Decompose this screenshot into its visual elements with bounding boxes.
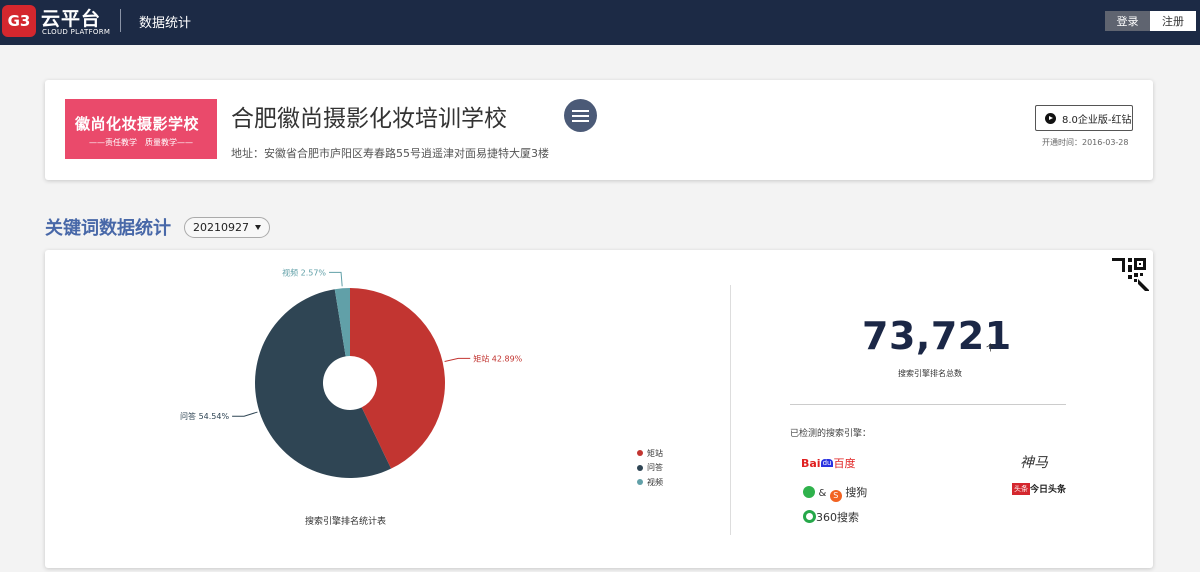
top-navbar: G3 云平台 CLOUD PLATFORM 数据统计 登录 注册 xyxy=(0,0,1200,45)
chart-title: 搜索引擎排名统计表 xyxy=(305,517,387,527)
edition-badge[interactable]: 8.0企业版-红钻 xyxy=(1035,105,1133,131)
toutiao-badge-icon: 头条 xyxy=(1012,483,1030,495)
school-logo: 徽尚化妆摄影学校 ——责任教学 质量教学—— xyxy=(65,99,217,159)
legend-dot-icon xyxy=(637,450,643,457)
section-title: 关键词数据统计 xyxy=(45,218,171,239)
g3-logo-icon[interactable]: G3 xyxy=(2,5,36,37)
toutiao-logo: 头条 今日头条 xyxy=(1012,483,1067,495)
menu-icon[interactable] xyxy=(564,99,597,132)
pie-label-wenda: 问答 54.54% xyxy=(180,411,229,421)
logo-title: 云平台 xyxy=(41,8,102,30)
register-button[interactable]: 注册 xyxy=(1150,11,1196,31)
wechat-icon xyxy=(803,486,815,498)
legend-dot-icon xyxy=(637,464,643,471)
baidu-paw-icon: du xyxy=(820,459,834,467)
legend-item-shipin[interactable]: 视频 xyxy=(637,475,663,490)
baidu-logo: Bai du 百度 xyxy=(801,457,856,470)
legend-label: 视频 xyxy=(647,477,663,487)
360-ring-icon xyxy=(803,510,816,523)
qr-code-icon[interactable] xyxy=(1112,254,1149,291)
legend-label: 矩站 xyxy=(647,448,663,458)
pie-label-shipin: 视频 2.57% xyxy=(282,267,326,277)
edition-label: 8.0企业版-红钻 xyxy=(1062,114,1132,126)
legend-item-juzhan[interactable]: 矩站 xyxy=(637,446,663,461)
vertical-divider xyxy=(730,285,731,535)
legend-item-wenda[interactable]: 问答 xyxy=(637,461,663,476)
stats-card: 矩站 42.89% 问答 54.54% 视频 2.57% 矩站问答视频 搜索引擎排名… xyxy=(45,250,1153,568)
legend-label: 问答 xyxy=(647,463,663,473)
school-info-card: 徽尚化妆摄影学校 ——责任教学 质量教学—— 合肥徽尚摄影化妆培训学校 地址：安… xyxy=(45,80,1153,180)
legend-dot-icon xyxy=(637,479,643,486)
nav-title: 数据统计 xyxy=(139,16,192,31)
pie-label-line-shipin xyxy=(329,271,343,287)
date-select-value: 20210927 xyxy=(193,221,249,234)
logo-subtitle: CLOUD PLATFORM xyxy=(42,28,111,36)
total-rank-label: 搜索引擎排名总数 xyxy=(898,369,962,378)
sogou-logo: & S 搜狗 xyxy=(803,484,867,502)
pie-label-line-wenda xyxy=(232,411,258,417)
total-rank-unit: 个 xyxy=(986,344,996,354)
horizontal-divider xyxy=(790,404,1066,405)
so360-logo: 360搜索 xyxy=(803,509,859,525)
open-date: 开通时间：2016-03-28 xyxy=(1042,138,1129,147)
school-name: 合肥徽尚摄影化妆培训学校 xyxy=(231,106,507,132)
date-select[interactable]: 20210927 xyxy=(184,217,270,238)
nav-divider xyxy=(120,9,121,32)
pie-chart: 矩站 42.89% 问答 54.54% 视频 2.57% xyxy=(180,267,523,478)
sogou-s-icon: S xyxy=(829,490,842,502)
shenma-logo: 神马 xyxy=(1020,455,1048,471)
login-button[interactable]: 登录 xyxy=(1105,11,1150,31)
pie-label-juzhan: 矩站 42.89% xyxy=(473,353,522,363)
school-address: 地址：安徽省合肥市庐阳区寿春路55号逍遥津对面易捷特大厦3楼 xyxy=(231,147,549,160)
engines-label: 已检测的搜索引擎： xyxy=(790,429,872,439)
chart-legend: 矩站 问答 视频 xyxy=(637,446,663,490)
caret-down-icon xyxy=(255,225,261,230)
pie-label-line-juzhan xyxy=(444,357,471,363)
school-logo-slogan: ——责任教学 质量教学—— xyxy=(89,138,193,147)
play-icon xyxy=(1045,112,1056,124)
school-logo-text: 徽尚化妆摄影学校 xyxy=(75,115,200,133)
